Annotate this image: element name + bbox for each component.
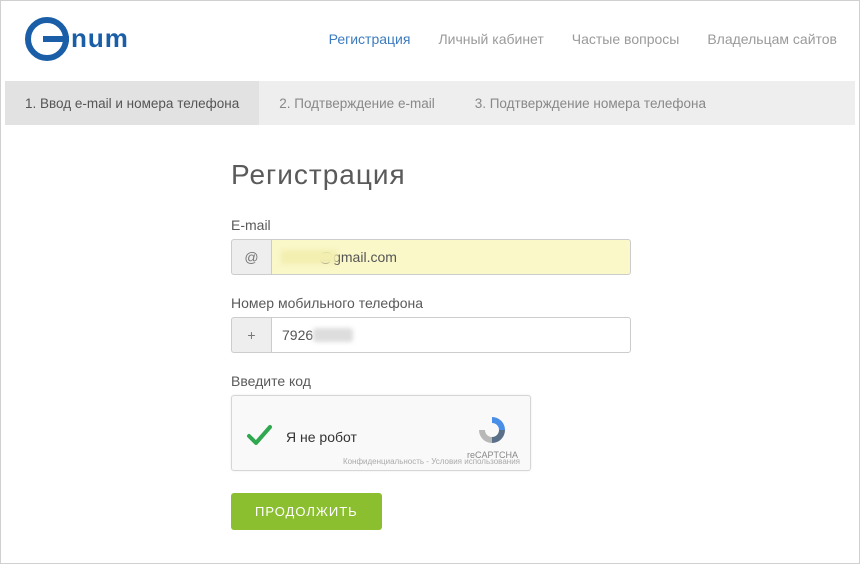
phone-input-group: + — [231, 317, 631, 353]
email-prefix: @ — [231, 239, 271, 275]
checkmark-icon — [244, 420, 274, 455]
logo-svg: num — [23, 15, 143, 63]
content: Регистрация E-mail @ Номер мобильного те… — [1, 125, 641, 530]
recaptcha-widget[interactable]: Я не робот reCAPTCHA Конфиденциальность … — [231, 395, 531, 471]
continue-button[interactable]: ПРОДОЛЖИТЬ — [231, 493, 382, 530]
main-nav: Регистрация Личный кабинет Частые вопрос… — [329, 31, 837, 47]
phone-label: Номер мобильного телефона — [231, 295, 641, 311]
nav-account[interactable]: Личный кабинет — [438, 31, 543, 47]
email-input-group: @ — [231, 239, 631, 275]
nav-registration[interactable]: Регистрация — [329, 31, 411, 47]
recaptcha-logo: reCAPTCHA — [467, 414, 518, 460]
wizard-steps: 1. Ввод e-mail и номера телефона 2. Подт… — [5, 81, 855, 125]
recaptcha-terms[interactable]: Конфиденциальность - Условия использован… — [343, 457, 520, 466]
phone-prefix: + — [231, 317, 271, 353]
captcha-text: Я не робот — [286, 429, 467, 445]
svg-text:num: num — [71, 23, 129, 53]
logo[interactable]: num — [23, 15, 143, 63]
step-1[interactable]: 1. Ввод e-mail и номера телефона — [5, 81, 259, 125]
nav-faq[interactable]: Частые вопросы — [572, 31, 680, 47]
email-label: E-mail — [231, 217, 641, 233]
step-2[interactable]: 2. Подтверждение e-mail — [259, 81, 454, 125]
captcha-label: Введите код — [231, 373, 641, 389]
header: num Регистрация Личный кабинет Частые во… — [1, 1, 859, 81]
step-3[interactable]: 3. Подтверждение номера телефона — [455, 81, 726, 125]
nav-owners[interactable]: Владельцам сайтов — [707, 31, 837, 47]
page-title: Регистрация — [231, 159, 641, 191]
